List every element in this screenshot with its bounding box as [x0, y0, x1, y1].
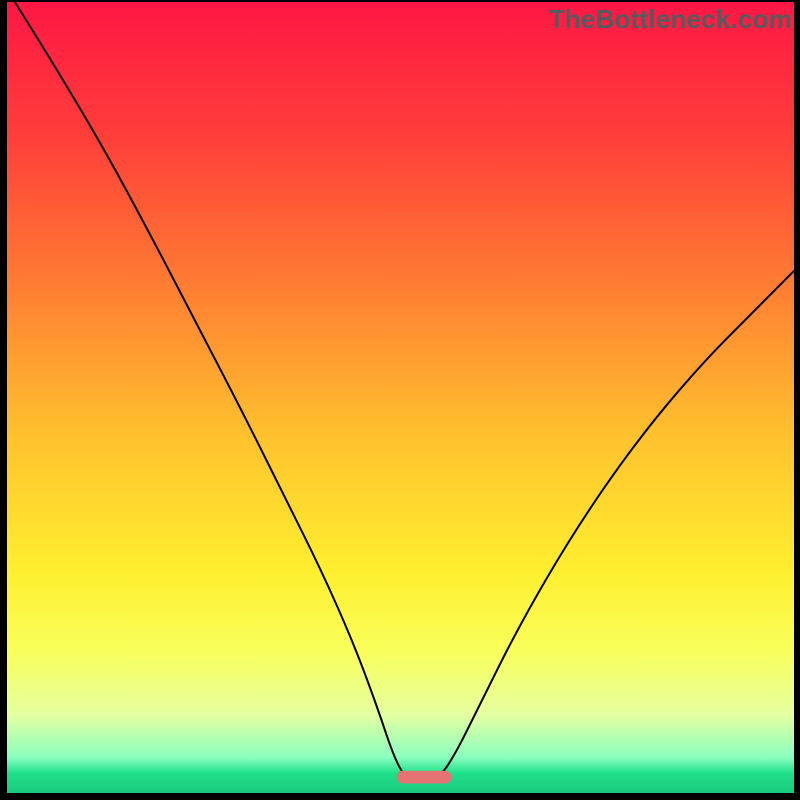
watermark-text: TheBottleneck.com — [549, 4, 792, 35]
chart-canvas — [0, 0, 800, 800]
plot-background — [7, 2, 794, 793]
optimal-zone-marker — [397, 771, 452, 784]
bottleneck-chart: TheBottleneck.com — [0, 0, 800, 800]
